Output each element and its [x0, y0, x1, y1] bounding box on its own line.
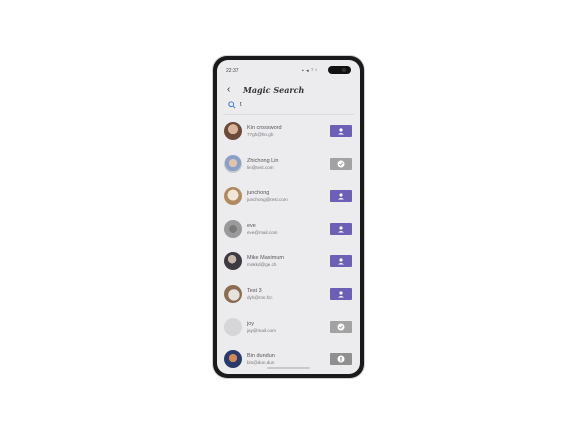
phone-frame: 22:37 ▪ ◂ ᵀ ᴵ ‹ Magic Search Kin crosswo…: [213, 56, 364, 378]
avatar: [224, 318, 242, 336]
user-email: bin@dun.dun: [247, 360, 275, 365]
pending-icon: [337, 355, 345, 363]
user-name: Zhichong Lin: [247, 158, 279, 164]
user-name: joy: [247, 321, 255, 327]
user-email: jay@mail.com: [247, 328, 276, 333]
list-item[interactable]: joy jay@mail.com: [217, 314, 360, 342]
user-name: junchong: [247, 190, 270, 196]
search-icon: [228, 101, 236, 109]
avatar: [224, 220, 242, 238]
list-item[interactable]: Mike Maximum mokkd@ge.ch: [217, 248, 360, 276]
user-email: lin@test.com: [247, 165, 274, 170]
add-user-icon: [338, 225, 344, 232]
avatar: [224, 155, 242, 173]
user-name: Bin dundun: [247, 353, 275, 359]
status-time: 22:37: [226, 68, 239, 74]
user-email: eve@mail.com: [247, 230, 278, 235]
search-input[interactable]: [240, 100, 340, 110]
add-friend-button[interactable]: [330, 190, 352, 202]
avatar: [224, 122, 242, 140]
pending-request-button[interactable]: [330, 353, 352, 365]
avatar: [224, 252, 242, 270]
check-circle-icon: [337, 323, 345, 331]
add-friend-button[interactable]: [330, 288, 352, 300]
camera-cutout: [328, 66, 351, 74]
page-title: Magic Search: [243, 85, 305, 95]
back-button[interactable]: ‹: [227, 84, 230, 95]
add-user-icon: [338, 257, 344, 264]
header-divider: [223, 114, 354, 115]
list-item[interactable]: eve eve@mail.com: [217, 216, 360, 244]
check-circle-icon: [337, 160, 345, 168]
add-user-icon: [338, 290, 344, 297]
status-bar: 22:37 ▪ ◂ ᵀ ᴵ: [217, 60, 360, 76]
add-friend-button[interactable]: [330, 223, 352, 235]
friend-added-button[interactable]: [330, 321, 352, 333]
search-bar[interactable]: [228, 100, 352, 112]
avatar: [224, 285, 242, 303]
user-name: Test 3: [247, 288, 262, 294]
friend-added-button[interactable]: [330, 158, 352, 170]
status-icons: ▪ ◂ ᵀ ᴵ: [302, 68, 317, 74]
add-user-icon: [338, 192, 344, 199]
list-item[interactable]: Kin crossword 77gh@hn.gh: [217, 118, 360, 146]
list-item[interactable]: Bin dundun bin@dun.dun: [217, 346, 360, 374]
app-screen: 22:37 ▪ ◂ ᵀ ᴵ ‹ Magic Search Kin crosswo…: [217, 60, 360, 374]
add-friend-button[interactable]: [330, 125, 352, 137]
list-item[interactable]: junchong junchong@test.com: [217, 183, 360, 211]
user-email: junchong@test.com: [247, 197, 288, 202]
user-email: 77gh@hn.gh: [247, 132, 274, 137]
list-item[interactable]: Zhichong Lin lin@test.com: [217, 151, 360, 179]
avatar: [224, 187, 242, 205]
home-indicator[interactable]: [267, 367, 310, 369]
add-user-icon: [338, 127, 344, 134]
avatar: [224, 350, 242, 368]
user-email: dyh@mn.fcc: [247, 295, 273, 300]
add-friend-button[interactable]: [330, 255, 352, 267]
user-name: Mike Maximum: [247, 255, 284, 261]
user-name: eve: [247, 223, 256, 229]
user-email: mokkd@ge.ch: [247, 262, 277, 267]
user-name: Kin crossword: [247, 125, 282, 131]
list-item[interactable]: Test 3 dyh@mn.fcc: [217, 281, 360, 309]
